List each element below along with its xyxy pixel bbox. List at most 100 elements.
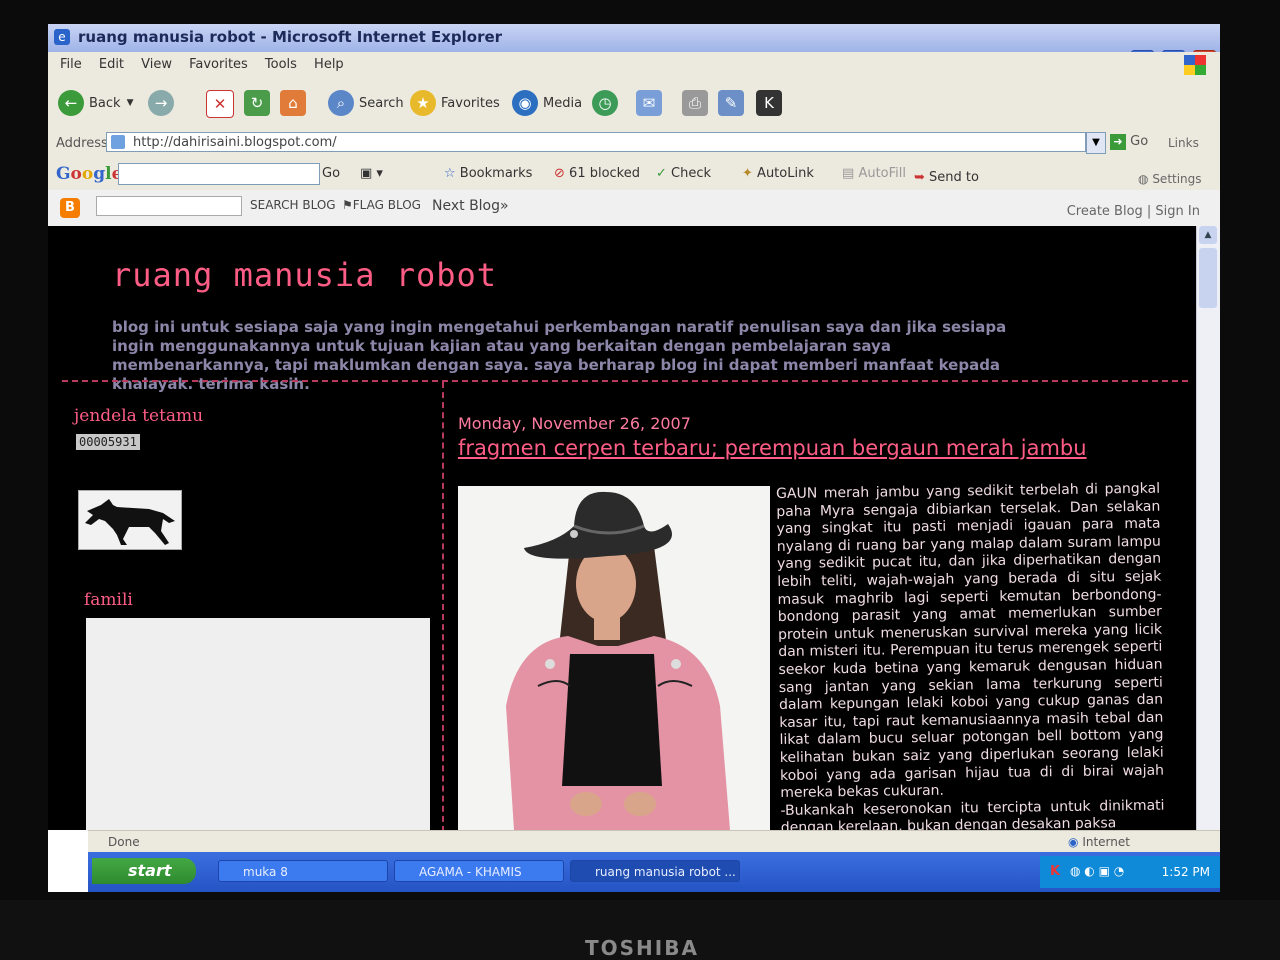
- clock: 1:52 PM: [1161, 865, 1210, 879]
- autofill-button[interactable]: ▤ AutoFill: [842, 166, 906, 181]
- links-button[interactable]: Links: [1168, 136, 1199, 150]
- google-go-button[interactable]: Go: [322, 166, 340, 181]
- flag-blog-button[interactable]: ⚑FLAG BLOG: [342, 198, 421, 212]
- go-button[interactable]: ➜ Go: [1110, 134, 1148, 150]
- autofill-icon: ▤: [842, 166, 855, 181]
- tray-icons[interactable]: ◍ ◐ ▣ ◔: [1070, 864, 1124, 878]
- menu-edit[interactable]: Edit: [99, 57, 124, 72]
- messenger-button[interactable]: K: [756, 90, 787, 116]
- edit-icon: ✎: [718, 90, 744, 116]
- go-arrow-icon: ➜: [1110, 134, 1126, 150]
- print-icon: ⎙: [682, 90, 708, 116]
- popup-blocker-button[interactable]: ⊘ 61 blocked: [554, 166, 640, 181]
- visitor-heading: jendela tetamu: [74, 406, 204, 426]
- go-label: Go: [1130, 134, 1149, 149]
- home-icon: ⌂: [280, 90, 306, 116]
- vertical-scrollbar[interactable]: ▲: [1196, 226, 1220, 830]
- menu-bar: File Edit View Favorites Tools Help: [48, 52, 1220, 79]
- sendto-label: Send to: [929, 170, 979, 185]
- bookmarks-button[interactable]: ☆ Bookmarks: [444, 166, 532, 181]
- back-button[interactable]: ← Back ▼: [58, 90, 133, 116]
- menu-help[interactable]: Help: [314, 57, 344, 72]
- refresh-button[interactable]: ↻: [244, 90, 275, 116]
- tray-k-icon[interactable]: K: [1050, 864, 1060, 879]
- favorites-button[interactable]: ★ Favorites: [410, 90, 500, 116]
- back-arrow-icon: ←: [58, 90, 84, 116]
- status-done: Done: [108, 835, 140, 849]
- check-icon: ✓: [656, 166, 667, 181]
- refresh-icon: ↻: [244, 90, 270, 116]
- post-date: Monday, November 26, 2007: [458, 414, 691, 433]
- address-bar: Address http://dahirisaini.blogspot.com/…: [48, 128, 1220, 159]
- scroll-thumb[interactable]: [1199, 248, 1217, 308]
- page-icon: [111, 135, 125, 149]
- taskbar: start muka 8 AGAMA - KHAMIS ruang manusi…: [88, 852, 1220, 892]
- media-button[interactable]: ◉ Media: [512, 90, 582, 116]
- menu-view[interactable]: View: [141, 57, 172, 72]
- famili-widget: [86, 618, 430, 830]
- address-input[interactable]: http://dahirisaini.blogspot.com/: [106, 132, 1086, 152]
- system-tray: K ◍ ◐ ▣ ◔ 1:52 PM: [1040, 856, 1220, 888]
- settings-icon: ◍: [1138, 172, 1149, 186]
- blog-title[interactable]: ruang manusia robot: [112, 256, 497, 294]
- forward-button[interactable]: →: [148, 90, 179, 116]
- windows-logo-icon: [1184, 55, 1206, 75]
- search-icon: ⌕: [328, 90, 354, 116]
- autolink-button[interactable]: ✦ AutoLink: [742, 166, 814, 181]
- settings-button[interactable]: ◍ Settings: [1138, 172, 1202, 186]
- mail-button[interactable]: ✉: [636, 90, 667, 116]
- sendto-button[interactable]: ➥ Send to: [914, 170, 979, 185]
- edit-button[interactable]: ✎: [718, 90, 749, 116]
- blog-page: ruang manusia robot blog ini untuk sesia…: [48, 226, 1196, 830]
- flag-label: FLAG BLOG: [352, 198, 421, 212]
- post-title-link[interactable]: fragmen cerpen terbaru; perempuan bergau…: [458, 436, 1087, 460]
- task-muka8[interactable]: muka 8: [218, 860, 388, 882]
- home-button[interactable]: ⌂: [280, 90, 311, 116]
- status-zone: ◉ Internet: [1068, 835, 1130, 849]
- menu-file[interactable]: File: [60, 57, 82, 72]
- google-toolbar: Google Go ▣ ▾ ☆ Bookmarks ⊘ 61 blocked ✓…: [48, 158, 1220, 191]
- print-button[interactable]: ⎙: [682, 90, 713, 116]
- search-button[interactable]: ⌕ Search: [328, 90, 404, 116]
- blogger-navbar: B SEARCH BLOG ⚑FLAG BLOG Next Blog» Crea…: [48, 190, 1220, 227]
- send-icon: ➥: [914, 170, 925, 185]
- start-button[interactable]: start: [92, 858, 196, 884]
- blogger-logo-icon: B: [60, 198, 80, 218]
- back-label: Back: [89, 95, 121, 111]
- menu-tools[interactable]: Tools: [265, 57, 297, 72]
- famili-heading: famili: [84, 590, 133, 610]
- visitor-counter: 00005931: [76, 434, 140, 450]
- next-blog-link[interactable]: Next Blog»: [432, 198, 509, 214]
- favorites-label: Favorites: [441, 95, 500, 111]
- blog-search-input[interactable]: [96, 196, 242, 216]
- history-icon: ◷: [592, 90, 618, 116]
- post-body: GAUN merah jambu yang sedikit terbelah d…: [776, 481, 1165, 830]
- window-title: ruang manusia robot - Microsoft Internet…: [78, 28, 503, 46]
- google-page-icon[interactable]: ▣ ▾: [360, 166, 383, 181]
- post-photo[interactable]: [458, 486, 770, 830]
- blog-description: blog ini untuk sesiapa saja yang ingin m…: [112, 318, 1007, 393]
- title-bar: e ruang manusia robot - Microsoft Intern…: [48, 24, 1220, 53]
- history-button[interactable]: ◷: [592, 90, 623, 116]
- search-blog-button[interactable]: SEARCH BLOG: [250, 198, 336, 212]
- spellcheck-button[interactable]: ✓ Check: [656, 166, 711, 181]
- stop-icon: ✕: [206, 90, 234, 118]
- bookmarks-label: Bookmarks: [459, 166, 533, 181]
- address-dropdown-icon[interactable]: ▼: [1086, 132, 1106, 154]
- monitor-brand: TOSHIBA: [585, 936, 699, 960]
- google-logo: Google: [56, 164, 123, 184]
- menu-favorites[interactable]: Favorites: [189, 57, 248, 72]
- horse-icon: [85, 499, 175, 545]
- header-divider: [62, 380, 1188, 382]
- screen: e ruang manusia robot - Microsoft Intern…: [48, 24, 1220, 892]
- google-search-input[interactable]: [118, 163, 320, 185]
- scroll-up-icon[interactable]: ▲: [1199, 226, 1217, 244]
- media-icon: ◉: [512, 90, 538, 116]
- zone-label: Internet: [1082, 835, 1130, 849]
- standard-toolbar: ← Back ▼ → ✕ ↻ ⌂ ⌕ Search ★ Favorites ◉ …: [48, 78, 1220, 129]
- stop-button[interactable]: ✕: [206, 90, 239, 118]
- task-ruang-manusia-robot[interactable]: ruang manusia robot ...: [570, 860, 740, 882]
- create-signin-links[interactable]: Create Blog | Sign In: [1067, 204, 1200, 219]
- task-agama-khamis[interactable]: AGAMA - KHAMIS: [394, 860, 564, 882]
- horse-image[interactable]: [78, 490, 182, 550]
